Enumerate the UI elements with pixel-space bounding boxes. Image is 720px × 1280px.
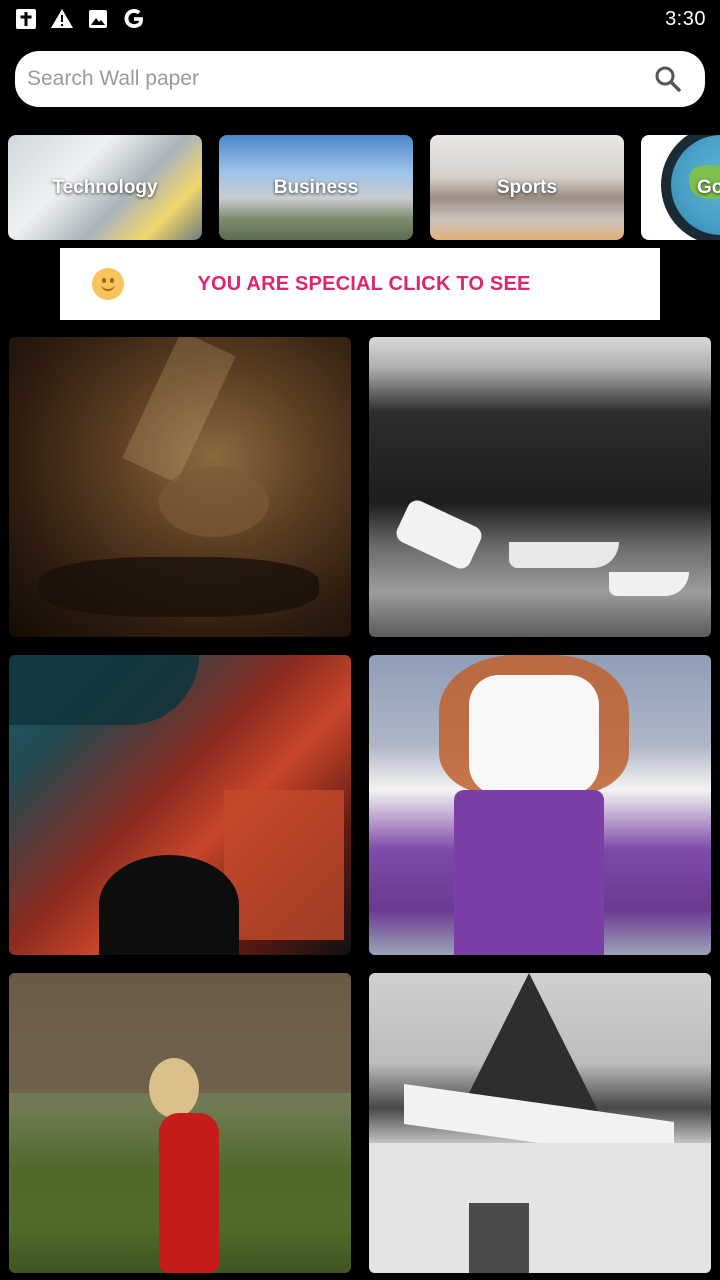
wallpaper-thumbnail[interactable] xyxy=(9,655,351,955)
search-icon[interactable] xyxy=(653,64,683,94)
smiley-icon xyxy=(92,268,124,300)
search-bar[interactable] xyxy=(15,51,705,107)
search-input[interactable] xyxy=(27,67,653,91)
category-sports[interactable]: Sports xyxy=(430,135,624,240)
status-bar: 3:30 xyxy=(0,0,720,38)
wallpaper-thumbnail[interactable] xyxy=(369,973,711,1273)
category-label: Business xyxy=(273,176,359,198)
wallpaper-thumbnail[interactable] xyxy=(9,973,351,1273)
image-icon xyxy=(86,7,110,31)
category-label: Go xyxy=(697,176,720,198)
special-banner[interactable]: YOU ARE SPECIAL CLICK TO SEE xyxy=(60,248,660,320)
bible-app-icon xyxy=(14,7,38,31)
category-strip[interactable]: Technology Business Sports Go xyxy=(8,135,720,241)
category-technology[interactable]: Technology xyxy=(8,135,202,240)
category-label: Sports xyxy=(496,176,558,198)
google-icon xyxy=(122,7,146,31)
wallpaper-thumbnail[interactable] xyxy=(369,337,711,637)
notification-icons xyxy=(14,7,146,31)
category-global[interactable]: Go xyxy=(641,135,720,240)
banner-text: YOU ARE SPECIAL CLICK TO SEE xyxy=(197,272,531,295)
category-business[interactable]: Business xyxy=(219,135,413,240)
wallpaper-thumbnail[interactable] xyxy=(9,337,351,637)
warning-icon xyxy=(50,7,74,31)
category-label: Technology xyxy=(52,176,158,198)
wallpaper-thumbnail[interactable] xyxy=(369,655,711,955)
clock: 3:30 xyxy=(665,7,706,30)
wallpaper-grid xyxy=(9,337,712,1273)
